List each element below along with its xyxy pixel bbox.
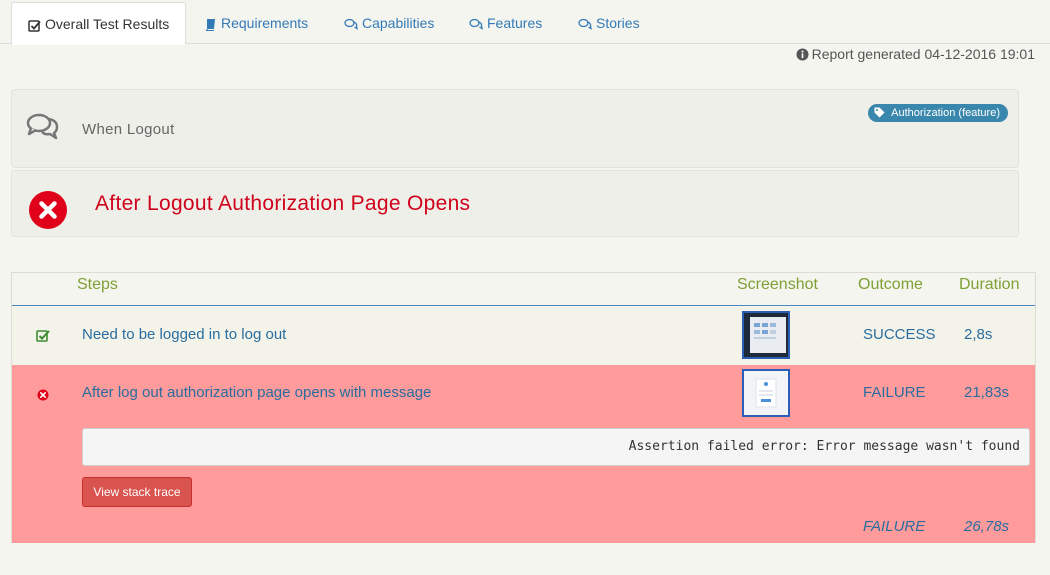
- report-generated-text: Report generated 04-12-2016 19:01: [811, 46, 1035, 62]
- comments-icon: [469, 18, 483, 31]
- header-outcome: Outcome: [858, 276, 923, 293]
- tab-label: Overall Test Results: [45, 16, 170, 32]
- header-screenshot: Screenshot: [737, 276, 818, 293]
- comments-icon: [344, 18, 358, 31]
- summary-outcome: FAILURE: [863, 518, 926, 535]
- step-duration: 2,8s: [964, 326, 993, 343]
- failure-icon: [29, 191, 67, 229]
- tab-label: Requirements: [221, 15, 309, 31]
- step-description: Need to be logged in to log out: [82, 326, 287, 343]
- failure-small-icon: [37, 388, 49, 406]
- checkbox-icon: [28, 19, 41, 32]
- tab-requirements[interactable]: Requirements: [189, 2, 324, 44]
- step-outcome: SUCCESS: [863, 326, 936, 343]
- tab-overall-test-results[interactable]: Overall Test Results: [11, 2, 187, 45]
- screenshot-thumbnail[interactable]: [742, 369, 790, 417]
- step-duration: 21,83s: [964, 384, 1010, 401]
- feature-tag-label: Authorization (feature): [891, 107, 1000, 119]
- tag-icon: [874, 106, 885, 124]
- checkbox-success-icon: [36, 329, 50, 347]
- story-title: When Logout: [82, 121, 175, 138]
- info-icon: [796, 48, 809, 64]
- step-outcome: FAILURE: [863, 384, 926, 401]
- report-info: Report generated 04-12-2016 19:01: [796, 46, 1035, 64]
- comments-icon: [578, 18, 592, 31]
- summary-duration: 26,78s: [964, 518, 1010, 535]
- book-icon: [205, 18, 217, 31]
- nav-tabs: Overall Test Results Requirements Capabi…: [0, 0, 1050, 45]
- table-row: After log out authorization page opens w…: [12, 365, 1035, 543]
- header-steps: Steps: [77, 276, 118, 293]
- tab-label: Stories: [596, 15, 640, 31]
- scenario-title: After Logout Authorization Page Opens: [95, 192, 471, 215]
- table-row: Need to be logged in to log out SUCCESS …: [12, 307, 1035, 365]
- feature-tag[interactable]: Authorization (feature): [868, 104, 1008, 122]
- tab-features[interactable]: Features: [453, 2, 558, 44]
- tab-label: Capabilities: [362, 15, 435, 31]
- header-duration: Duration: [959, 276, 1020, 293]
- tab-stories[interactable]: Stories: [562, 2, 656, 44]
- tab-capabilities[interactable]: Capabilities: [328, 2, 450, 44]
- table-header: Steps Screenshot Outcome Duration: [12, 273, 1035, 306]
- tab-label: Features: [487, 15, 543, 31]
- screenshot-thumbnail[interactable]: [742, 311, 790, 359]
- view-stack-trace-button[interactable]: View stack trace: [82, 477, 192, 507]
- comments-icon: [26, 112, 60, 145]
- error-message: Assertion failed error: Error message wa…: [628, 439, 1020, 454]
- story-panel: When Logout Authorization (feature): [11, 89, 1019, 168]
- steps-table: Steps Screenshot Outcome Duration Need t…: [11, 272, 1036, 543]
- step-description: After log out authorization page opens w…: [82, 384, 432, 401]
- scenario-panel: After Logout Authorization Page Opens: [11, 170, 1019, 237]
- error-message-box: Assertion failed error: Error message wa…: [82, 428, 1030, 466]
